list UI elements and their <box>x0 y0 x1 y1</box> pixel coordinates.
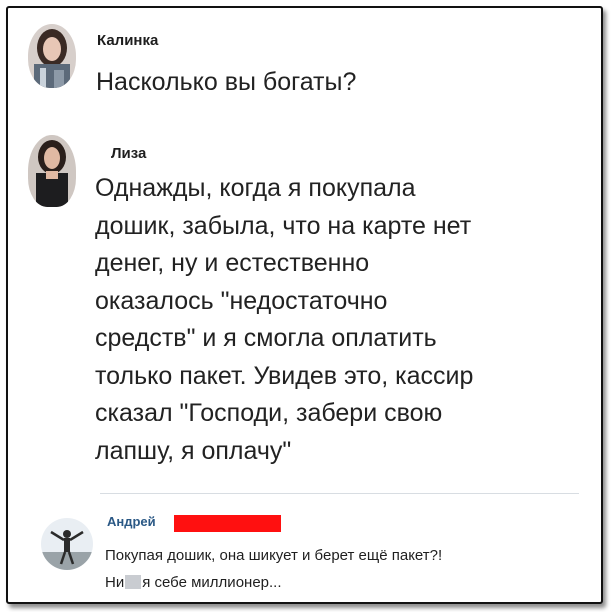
comment-divider <box>100 493 579 494</box>
avatar-kalinka-image <box>28 24 76 88</box>
comment-line-2-start: Ни <box>105 574 125 591</box>
post1-author[interactable]: Калинка <box>97 32 158 49</box>
comment-author[interactable]: Андрей <box>107 514 156 529</box>
redaction-bar <box>174 515 281 532</box>
post2-line: только пакет. Увидев это, кассир <box>95 361 474 390</box>
avatar-liza-image <box>28 135 76 207</box>
post2-line: денег, ну и естественно <box>95 249 370 277</box>
comment-text: Покупая дошик, она шикует и берет ещё па… <box>105 542 442 596</box>
post2-text: Однажды, когда я покупала дошик, забыла,… <box>95 170 473 470</box>
avatar-kalinka[interactable] <box>28 24 76 88</box>
post2-line: Однажды, когда я покупала <box>95 174 416 202</box>
post2-author[interactable]: Лиза <box>111 145 146 162</box>
post1-text: Насколько вы богаты? <box>96 68 357 96</box>
post2-line: лапшу, я оплачу" <box>95 436 292 465</box>
comment-line-2-end: я себе миллионер... <box>142 574 282 591</box>
avatar-liza[interactable] <box>28 135 76 207</box>
post2-line: дошик, забыла, что на карте нет <box>95 211 472 240</box>
post2-line: средств" и я смогла оплатить <box>95 324 437 352</box>
comment-line-1: Покупая дошик, она шикует и берет ещё па… <box>105 547 443 564</box>
avatar-andrey[interactable] <box>41 518 93 570</box>
censor-blur <box>125 575 142 589</box>
avatar-andrey-image <box>41 518 93 570</box>
post2-line: сказал "Господи, забери свою <box>95 399 443 427</box>
meme-frame: Калинка Насколько вы богаты? Лиза Однажд… <box>6 6 603 604</box>
comment-line-2: Ни я себе миллионер... <box>105 569 442 596</box>
post2-line: оказалось "недостаточно <box>95 286 388 315</box>
